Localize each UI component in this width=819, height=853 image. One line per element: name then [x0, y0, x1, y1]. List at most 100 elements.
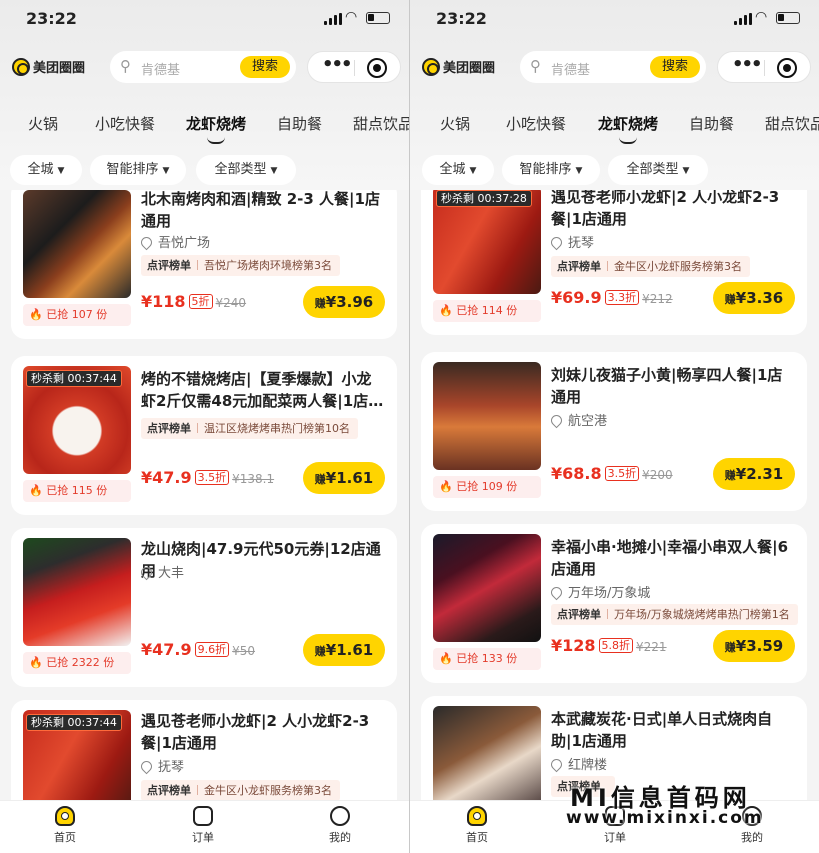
price-value: ¥47.9	[141, 640, 192, 659]
search-icon: ⚲	[530, 57, 541, 75]
original-price: ¥138.1	[232, 472, 275, 486]
tab-buffet[interactable]: 自助餐	[689, 113, 734, 134]
earn-prefix: 赚	[314, 473, 326, 486]
earn-value: ¥1.61	[325, 469, 374, 487]
deal-title: 本武藏炭花·日式|单人日式烧肉自助|1店通用	[551, 710, 773, 750]
sold-text: 已抢 114 份	[456, 304, 518, 317]
deal-card[interactable]: 龙山烧肉|47.9元代50元券|12店通用 大丰 🔥 已抢 2322 份 ¥47…	[11, 528, 397, 687]
search-box[interactable]: ⚲ 肯德基 搜索	[110, 51, 296, 83]
tab-me-label: 我的	[329, 831, 351, 844]
tab-hotpot[interactable]: 火锅	[440, 113, 470, 134]
deal-location: 红牌楼	[548, 754, 607, 773]
deal-price: ¥47.9 3.5折 ¥138.1	[141, 468, 274, 487]
filter-sort[interactable]: 智能排序 ▼	[90, 155, 186, 185]
filter-city[interactable]: 全城 ▼	[422, 155, 494, 185]
location-icon	[138, 234, 155, 251]
filter-type[interactable]: 全部类型 ▼	[608, 155, 708, 185]
search-button[interactable]: 搜索	[650, 56, 700, 78]
filter-city[interactable]: 全城 ▼	[10, 155, 82, 185]
deal-card[interactable]: 北木南烤肉和酒|精致 2-3 人餐|1店通用 吾悦广场 点评榜单 吾悦广场烤肉环境…	[11, 190, 397, 339]
more-icon[interactable]: •••	[732, 54, 762, 75]
tab-buffet[interactable]: 自助餐	[277, 113, 322, 134]
earn-button[interactable]: 赚¥3.59	[713, 630, 795, 662]
deal-image: 秒杀剩 00:37:44	[23, 710, 131, 800]
filter-bar: 全城 ▼ 智能排序 ▼ 全部类型 ▼	[0, 155, 409, 185]
filter-sort-label: 智能排序	[106, 162, 159, 177]
earn-button[interactable]: 赚¥3.36	[713, 282, 795, 314]
deal-title: 烤的不错烧烤店|【夏季爆款】小龙虾2斤仅需48元加配菜两人餐|1店…	[141, 370, 384, 410]
filter-type-label: 全部类型	[214, 162, 267, 177]
deal-image	[23, 190, 131, 298]
search-button[interactable]: 搜索	[240, 56, 290, 78]
deal-price: ¥69.9 3.3折 ¥212	[551, 288, 673, 307]
deal-card[interactable]: 幸福小串·地摊小|幸福小串双人餐|6店通用 万年场/万象城 点评榜单 万年场/万象…	[421, 524, 807, 683]
close-icon[interactable]	[367, 58, 387, 78]
watermark-line2: www.mixinxi.com	[566, 808, 764, 828]
tab-home-label: 首页	[54, 831, 76, 844]
tab-home[interactable]: 首页	[447, 806, 507, 845]
more-icon[interactable]: •••	[322, 54, 352, 75]
tab-snack[interactable]: 小吃快餐	[506, 113, 566, 134]
filter-sort[interactable]: 智能排序 ▼	[502, 155, 600, 185]
original-price: ¥221	[636, 640, 667, 654]
deal-price: ¥68.8 3.5折 ¥200	[551, 464, 673, 483]
tab-hotpot[interactable]: 火锅	[28, 113, 58, 134]
tab-snack[interactable]: 小吃快餐	[95, 113, 155, 134]
capsule-divider	[764, 60, 765, 76]
wifi-icon: ◠	[755, 9, 768, 25]
deal-card[interactable]: 秒杀剩 00:37:28 遇见苍老师小龙虾|2 人小龙虾2-3餐|1店通用 抚琴…	[421, 190, 807, 335]
earn-prefix: 赚	[724, 293, 736, 306]
deal-image	[23, 538, 131, 646]
deal-location: 航空港	[548, 410, 607, 429]
rank-badge: 点评榜单 吾悦广场烤肉环境榜第3名	[141, 255, 340, 276]
capsule-divider	[354, 60, 355, 76]
rank-text: 金牛区小龙虾服务榜第3名	[204, 784, 332, 797]
earn-prefix: 赚	[314, 297, 326, 310]
tab-me[interactable]: 我的	[310, 806, 370, 845]
location-text: 万年场/万象城	[568, 586, 651, 601]
deal-price: ¥118 5折 ¥240	[141, 292, 246, 311]
site-watermark: MI信息首码网 www.mixinxi.com	[560, 778, 819, 853]
sold-count: 🔥 已抢 107 份	[23, 304, 131, 326]
deal-price: ¥47.9 9.6折 ¥50	[141, 640, 255, 659]
tab-home-label: 首页	[466, 831, 488, 844]
rank-divider	[607, 261, 608, 271]
discount-badge: 3.3折	[604, 290, 640, 305]
rank-badge: 点评榜单 温江区烧烤烤串热门榜第10名	[141, 418, 358, 439]
tab-dessert[interactable]: 甜点饮品	[353, 113, 409, 134]
location-icon	[548, 412, 565, 429]
original-price: ¥240	[215, 296, 247, 310]
rank-text: 万年场/万象城烧烤烤串热门榜第1名	[614, 608, 790, 621]
header: 23:22 ◠ 美团圈圈 ⚲ 肯德基 搜索 ••• 火锅 小吃快餐 龙虾烧烤 自…	[0, 0, 409, 190]
tab-crayfish-bbq[interactable]: 龙虾烧烤	[186, 113, 246, 144]
tab-crayfish-bbq[interactable]: 龙虾烧烤	[598, 113, 658, 144]
search-box[interactable]: ⚲ 肯德基 搜索	[520, 51, 706, 83]
search-input[interactable]: 肯德基	[141, 59, 180, 78]
earn-button[interactable]: 赚¥1.61	[303, 634, 385, 666]
rank-text: 吾悦广场烤肉环境榜第3名	[204, 259, 332, 272]
filter-type[interactable]: 全部类型 ▼	[196, 155, 296, 185]
earn-button[interactable]: 赚¥2.31	[713, 458, 795, 490]
deal-image	[433, 362, 541, 470]
earn-button[interactable]: 赚¥1.61	[303, 462, 385, 494]
earn-value: ¥2.31	[735, 465, 784, 483]
deal-location: 抚琴	[548, 232, 594, 251]
earn-button[interactable]: 赚¥3.96	[303, 286, 385, 318]
deal-card[interactable]: 秒杀剩 00:37:44 遇见苍老师小龙虾|2 人小龙虾2-3餐|1店通用 抚琴…	[11, 700, 397, 800]
dropdown-icon: ▼	[270, 166, 278, 176]
filter-sort-label: 智能排序	[519, 162, 572, 177]
search-input[interactable]: 肯德基	[551, 59, 590, 78]
tab-home[interactable]: 首页	[35, 806, 95, 845]
close-icon[interactable]	[777, 58, 797, 78]
rank-badge: 点评榜单 万年场/万象城烧烤烤串热门榜第1名	[551, 604, 798, 625]
tab-dessert[interactable]: 甜点饮品	[765, 113, 819, 134]
location-icon	[548, 756, 565, 773]
tab-orders[interactable]: 订单	[173, 806, 233, 845]
category-tabs: 火锅 小吃快餐 龙虾烧烤 自助餐 甜点饮品	[410, 113, 819, 144]
earn-prefix: 赚	[724, 641, 736, 654]
deal-card[interactable]: 刘妹儿夜猫子小黄|畅享四人餐|1店通用 航空港 🔥 已抢 109 份 ¥68.8…	[421, 352, 807, 511]
deal-card[interactable]: 秒杀剩 00:37:44 烤的不错烧烤店|【夏季爆款】小龙虾2斤仅需48元加配菜…	[11, 356, 397, 515]
location-icon	[548, 234, 565, 251]
sold-count: 🔥 已抢 109 份	[433, 476, 541, 498]
profile-icon	[330, 806, 350, 826]
